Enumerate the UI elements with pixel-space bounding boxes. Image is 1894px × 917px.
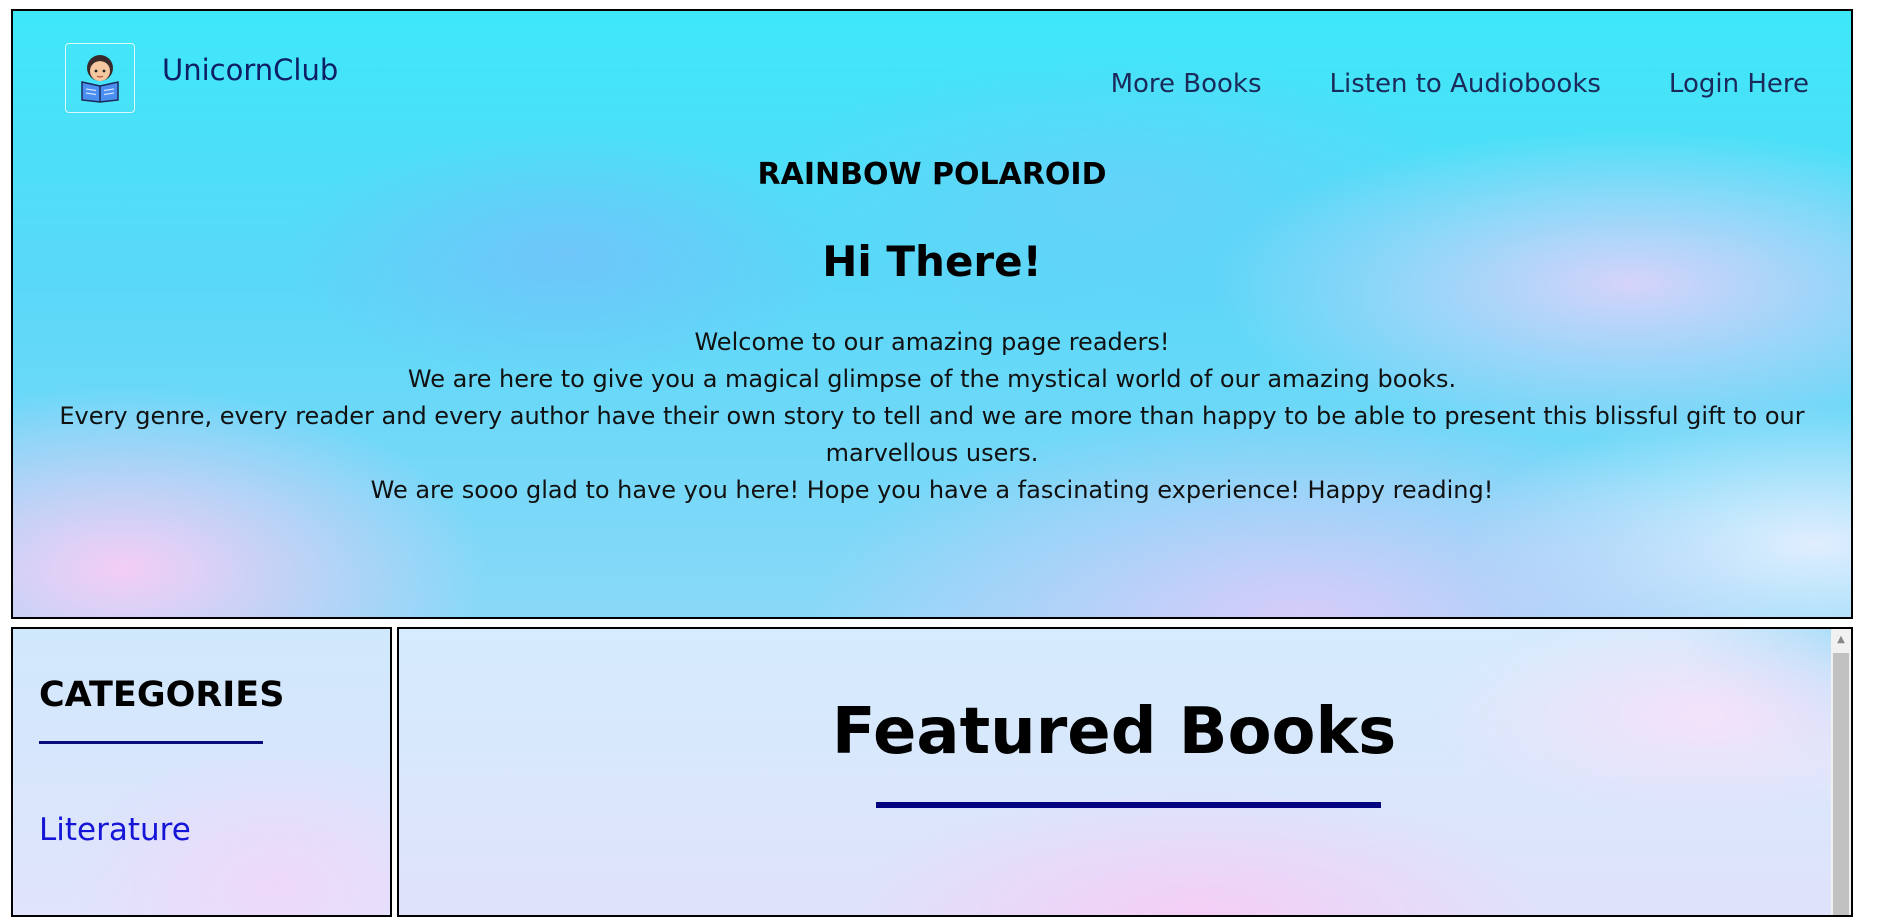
welcome-line: We are here to give you a magical glimps… xyxy=(407,365,1457,393)
welcome-line: We are sooo glad to have you here! Hope … xyxy=(370,476,1494,504)
nav-login[interactable]: Login Here xyxy=(1669,69,1809,99)
hero-subtitle: RAINBOW POLAROID xyxy=(757,157,1107,192)
featured-title: Featured Books xyxy=(831,695,1397,769)
nav-audiobooks[interactable]: Listen to Audiobooks xyxy=(1330,69,1601,99)
vertical-scrollbar[interactable]: ▲ xyxy=(1831,629,1851,915)
site-logo[interactable] xyxy=(65,43,135,113)
categories-underline xyxy=(39,741,263,744)
categories-title: CATEGORIES xyxy=(39,675,285,715)
welcome-line: Welcome to our amazing page readers! xyxy=(694,328,1170,356)
main-nav: More Books Listen to Audiobooks Login He… xyxy=(1111,69,1809,99)
featured-books-panel: Featured Books ▲ xyxy=(397,627,1853,917)
categories-sidebar: CATEGORIES Literature xyxy=(11,627,392,917)
nav-more-books[interactable]: More Books xyxy=(1111,69,1262,99)
welcome-line: Every genre, every reader and every auth… xyxy=(59,402,1805,467)
reading-child-icon xyxy=(81,55,119,103)
brand-name[interactable]: UnicornClub xyxy=(162,53,338,87)
category-link-literature[interactable]: Literature xyxy=(39,812,191,848)
welcome-text: Welcome to our amazing page readers! We … xyxy=(53,324,1811,509)
scrollbar-thumb[interactable] xyxy=(1833,653,1849,915)
featured-underline xyxy=(876,802,1381,808)
hero-header: UnicornClub More Books Listen to Audiobo… xyxy=(11,9,1853,619)
scroll-up-arrow-icon[interactable]: ▲ xyxy=(1831,629,1851,649)
hero-greeting: Hi There! xyxy=(822,237,1042,286)
